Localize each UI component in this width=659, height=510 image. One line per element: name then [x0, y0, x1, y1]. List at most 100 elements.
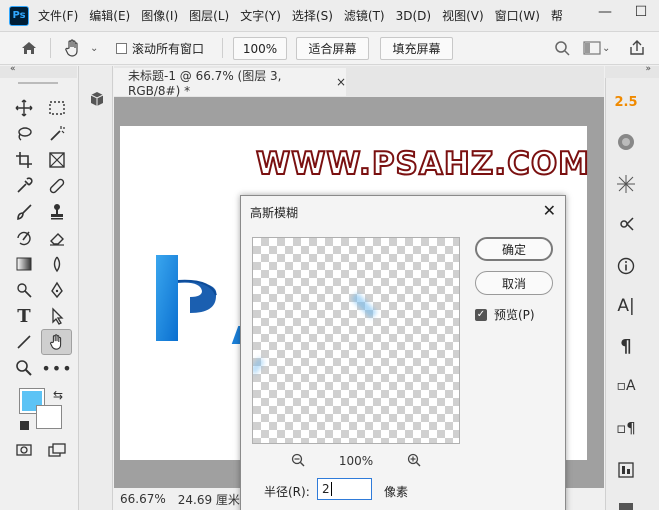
hand-tool-icon[interactable] — [63, 32, 83, 64]
workspace-icon[interactable] — [583, 32, 601, 64]
watermark-text: WWW.PSAHZ.COM — [255, 145, 591, 183]
p-logo-artwork — [150, 251, 230, 346]
menu-filter[interactable]: 滤镜(T) — [344, 7, 385, 24]
right-panel-header: » — [605, 64, 659, 78]
cancel-button[interactable]: 取消 — [475, 271, 553, 295]
pen-tool-icon[interactable] — [43, 278, 71, 302]
menu-help[interactable]: 帮 — [551, 7, 563, 24]
healing-brush-tool-icon[interactable] — [43, 174, 71, 198]
path-selection-tool-icon[interactable] — [43, 304, 71, 328]
toolbar-grip — [18, 82, 58, 84]
brush-tip-icon[interactable] — [614, 172, 638, 196]
zoom-in-icon[interactable] — [407, 453, 421, 470]
hand-tool-icon[interactable] — [41, 329, 72, 355]
zoom-percent-field[interactable]: 100% — [233, 37, 287, 60]
preview-zoom-controls: 100% — [291, 452, 421, 470]
properties-icon[interactable] — [614, 496, 638, 510]
window-controls: — ☐ — [587, 0, 659, 24]
preview-option[interactable]: ✓ 预览(P) — [475, 306, 535, 323]
brush-preset-icon[interactable] — [614, 130, 638, 154]
search-icon[interactable] — [554, 32, 570, 64]
clone-source-icon[interactable] — [614, 212, 638, 236]
screen-mode-icon[interactable] — [43, 438, 71, 462]
paragraph-styles-icon[interactable]: ▫¶ — [614, 416, 638, 440]
type-tool-icon[interactable]: T — [10, 304, 38, 328]
glyphs-icon[interactable] — [614, 458, 638, 482]
scroll-all-windows-option[interactable]: 滚动所有窗口 — [116, 32, 204, 64]
radius-unit: 像素 — [384, 485, 409, 499]
dodge-tool-icon[interactable] — [10, 278, 38, 302]
magic-wand-tool-icon[interactable] — [43, 122, 71, 146]
home-icon[interactable] — [20, 32, 38, 64]
preview-label: 预览(P) — [494, 308, 535, 322]
radius-label: 半径(R): — [264, 485, 310, 499]
scroll-all-checkbox[interactable] — [116, 42, 127, 54]
status-zoom[interactable]: 66.67% — [120, 492, 166, 506]
options-bar: ⌄ 滚动所有窗口 100% 适合屏幕 填充屏幕 ⌄ — [0, 31, 659, 65]
close-icon[interactable]: ✕ — [543, 201, 556, 220]
paragraph-panel-icon[interactable]: ¶ — [614, 334, 638, 358]
brush-tool-icon[interactable] — [10, 200, 38, 224]
frame-tool-icon[interactable] — [43, 148, 71, 172]
radius-input[interactable]: 2 — [317, 478, 372, 500]
character-panel-icon[interactable]: A| — [614, 294, 638, 318]
divider — [50, 38, 51, 58]
gaussian-blur-dialog: 高斯模糊 ✕ 确定 取消 ✓ 预览(P) 100% 半径(R): 2 像素 — [240, 195, 566, 510]
eyedropper-tool-icon[interactable] — [10, 174, 38, 198]
quick-mask-icon[interactable] — [10, 438, 38, 462]
menu-view[interactable]: 视图(V) — [442, 7, 484, 24]
menu-layer[interactable]: 图层(L) — [189, 7, 229, 24]
menu-image[interactable]: 图像(I) — [141, 7, 178, 24]
menu-bar: Ps 文件(F) 编辑(E) 图像(I) 图层(L) 文字(Y) 选择(S) 滤… — [0, 0, 659, 31]
close-icon[interactable]: × — [336, 75, 346, 89]
line-tool-icon[interactable] — [10, 330, 38, 354]
menu-window[interactable]: 窗口(W) — [495, 7, 540, 24]
share-icon[interactable] — [628, 32, 646, 64]
chevron-down-icon[interactable]: ⌄ — [602, 32, 610, 64]
chevron-down-icon[interactable]: ⌄ — [90, 32, 98, 64]
zoom-out-icon[interactable] — [291, 453, 305, 470]
background-color-swatch[interactable] — [36, 405, 62, 429]
ok-button[interactable]: 确定 — [475, 237, 553, 261]
character-styles-icon[interactable]: ▫A — [614, 374, 638, 398]
swap-colors-icon[interactable]: ⇆ — [53, 388, 63, 402]
collapse-icon[interactable]: « — [10, 64, 16, 74]
3d-cube-icon[interactable] — [89, 91, 105, 110]
default-colors-icon[interactable] — [20, 421, 29, 430]
collapse-icon[interactable]: » — [645, 64, 651, 74]
menu-select[interactable]: 选择(S) — [292, 7, 333, 24]
right-panel: 2.5 A| ¶ ▫A ▫¶ — [605, 78, 659, 510]
history-brush-tool-icon[interactable] — [10, 226, 38, 250]
toolbar-header: « » — [0, 64, 90, 78]
blur-tool-icon[interactable] — [43, 252, 71, 276]
more-tools-icon[interactable]: ••• — [41, 356, 71, 380]
zoom-tool-icon[interactable] — [10, 356, 38, 380]
preview-blurred-stroke — [350, 292, 378, 319]
divider — [222, 38, 223, 58]
secondary-panel — [78, 66, 113, 510]
maximize-button[interactable]: ☐ — [623, 0, 659, 24]
lasso-tool-icon[interactable] — [10, 122, 38, 146]
menu-file[interactable]: 文件(F) — [38, 7, 78, 24]
marquee-tool-icon[interactable] — [43, 96, 71, 120]
preview-checkbox[interactable]: ✓ — [475, 308, 487, 321]
menu-type[interactable]: 文字(Y) — [240, 7, 281, 24]
scroll-all-label: 滚动所有窗口 — [132, 41, 205, 56]
clone-stamp-tool-icon[interactable] — [43, 200, 71, 224]
crop-tool-icon[interactable] — [10, 148, 38, 172]
move-tool-icon[interactable] — [10, 96, 38, 120]
dialog-title: 高斯模糊 — [250, 206, 299, 220]
info-icon[interactable] — [614, 254, 638, 278]
minimize-button[interactable]: — — [587, 0, 623, 24]
menu-edit[interactable]: 编辑(E) — [89, 7, 130, 24]
menu-3d[interactable]: 3D(D) — [396, 9, 431, 23]
eraser-tool-icon[interactable] — [43, 226, 71, 250]
blur-preview[interactable] — [252, 237, 460, 444]
fit-screen-button[interactable]: 适合屏幕 — [296, 37, 369, 60]
gradient-tool-icon[interactable] — [10, 252, 38, 276]
document-tab[interactable]: 未标题-1 @ 66.7% (图层 3, RGB/8#) * × — [114, 68, 346, 98]
preview-zoom-level: 100% — [338, 454, 374, 468]
brush-size-value[interactable]: 2.5 — [614, 90, 638, 114]
fill-screen-button[interactable]: 填充屏幕 — [380, 37, 453, 60]
preview-blurred-stroke — [253, 357, 265, 375]
